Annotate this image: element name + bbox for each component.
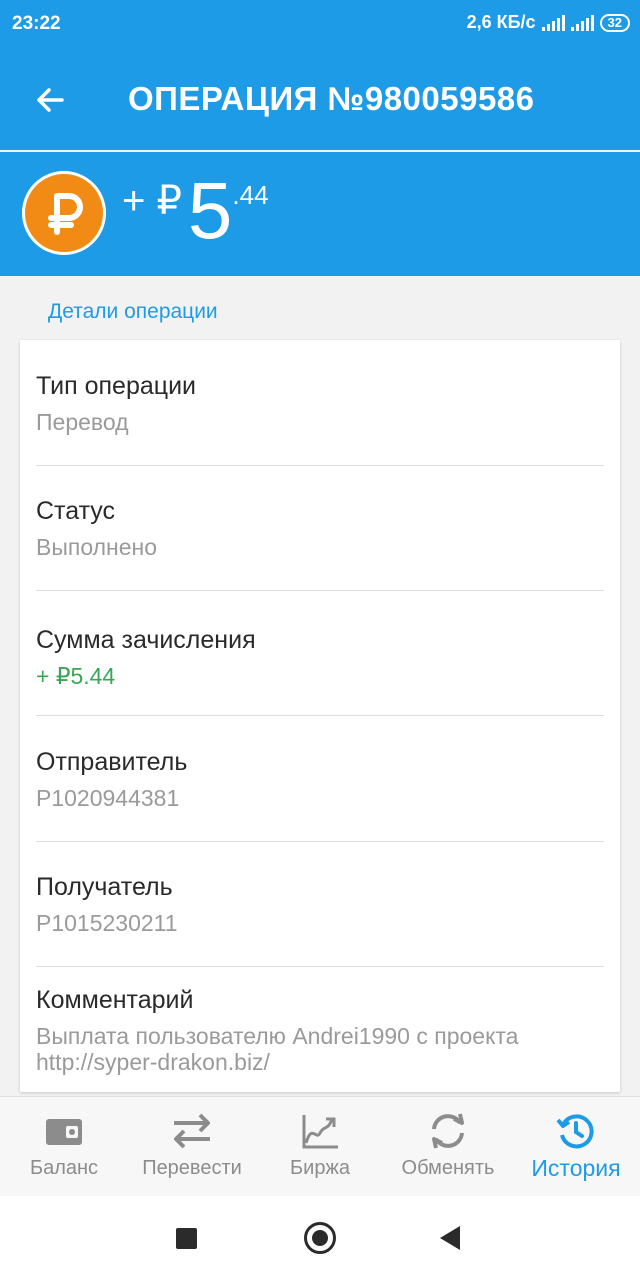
detail-label: Отправитель	[36, 748, 188, 776]
tab-history[interactable]: История	[512, 1097, 640, 1197]
detail-label: Тип операции	[36, 372, 197, 400]
detail-label: Получатель	[36, 873, 173, 901]
tab-label: Биржа	[290, 1157, 350, 1179]
tab-label: История	[531, 1155, 621, 1181]
divider	[36, 841, 604, 842]
divider	[36, 590, 604, 591]
wallet-icon	[46, 1119, 82, 1145]
detail-credit-amount: Сумма зачисления + ₽5.44	[36, 626, 604, 689]
amount-display: + ₽ 5 .44	[122, 168, 269, 254]
detail-comment: Комментарий Выплата пользователю Andrei1…	[36, 986, 604, 1075]
detail-sender: Отправитель P1020944381	[36, 748, 604, 811]
app-bar: ОПЕРАЦИЯ №980059586	[0, 50, 640, 150]
detail-value: + ₽5.44	[36, 663, 116, 689]
detail-value: P1015230211	[36, 910, 178, 936]
detail-value: Перевод	[36, 409, 129, 435]
section-label: Детали операции	[48, 300, 218, 323]
network-speed: 2,6 КБ/с	[466, 12, 536, 32]
details-card: Тип операции Перевод Статус Выполнено Су…	[20, 340, 620, 1092]
detail-value: Выплата пользователю Andrei1990 с проект…	[36, 1023, 519, 1075]
back-button[interactable]	[32, 82, 68, 118]
detail-status: Статус Выполнено	[36, 497, 604, 560]
tab-transfer[interactable]: Перевести	[128, 1097, 256, 1197]
recent-apps-icon[interactable]	[176, 1228, 197, 1249]
tab-swap[interactable]: Обменять	[384, 1097, 512, 1197]
page-title: ОПЕРАЦИЯ №980059586	[128, 80, 535, 117]
chart-icon	[302, 1115, 338, 1149]
detail-label: Сумма зачисления	[36, 626, 256, 654]
history-clock-icon	[556, 1114, 594, 1149]
cell-signal-icon	[570, 14, 594, 31]
home-icon[interactable]	[304, 1222, 336, 1254]
tab-exchange-market[interactable]: Биржа	[256, 1097, 384, 1197]
status-bar: 23:22 2,6 КБ/с 32	[0, 0, 640, 50]
tab-label: Перевести	[142, 1157, 242, 1179]
divider	[36, 715, 604, 716]
transfer-arrows-icon	[174, 1113, 210, 1149]
detail-type: Тип операции Перевод	[36, 372, 604, 435]
detail-value: Выполнено	[36, 534, 158, 560]
wifi-signal-icon	[541, 14, 565, 31]
back-nav-icon[interactable]	[440, 1226, 460, 1250]
arrow-left-icon	[37, 88, 64, 112]
amount-sign: + ₽	[122, 179, 182, 223]
detail-label: Комментарий	[36, 986, 194, 1014]
detail-label: Статус	[36, 497, 116, 525]
tab-label: Баланс	[29, 1157, 99, 1179]
exchange-refresh-icon	[432, 1113, 464, 1149]
tab-label: Обменять	[401, 1157, 495, 1179]
detail-value: P1020944381	[36, 785, 180, 811]
battery-icon: 32	[599, 13, 630, 32]
tab-balance[interactable]: Баланс	[0, 1097, 128, 1197]
divider	[36, 966, 604, 967]
detail-recipient: Получатель P1015230211	[36, 873, 604, 936]
amount-header: + ₽ 5 .44	[0, 152, 640, 276]
bottom-tab-bar: Баланс Перевести Биржа Обменять История	[0, 1096, 640, 1196]
amount-main: 5	[187, 166, 233, 255]
ruble-coin-icon	[22, 171, 106, 255]
amount-fraction: .44	[232, 180, 269, 210]
status-time: 23:22	[12, 13, 61, 34]
divider	[36, 465, 604, 466]
system-nav-bar	[0, 1196, 640, 1280]
status-right: 2,6 КБ/с 32	[467, 12, 630, 33]
